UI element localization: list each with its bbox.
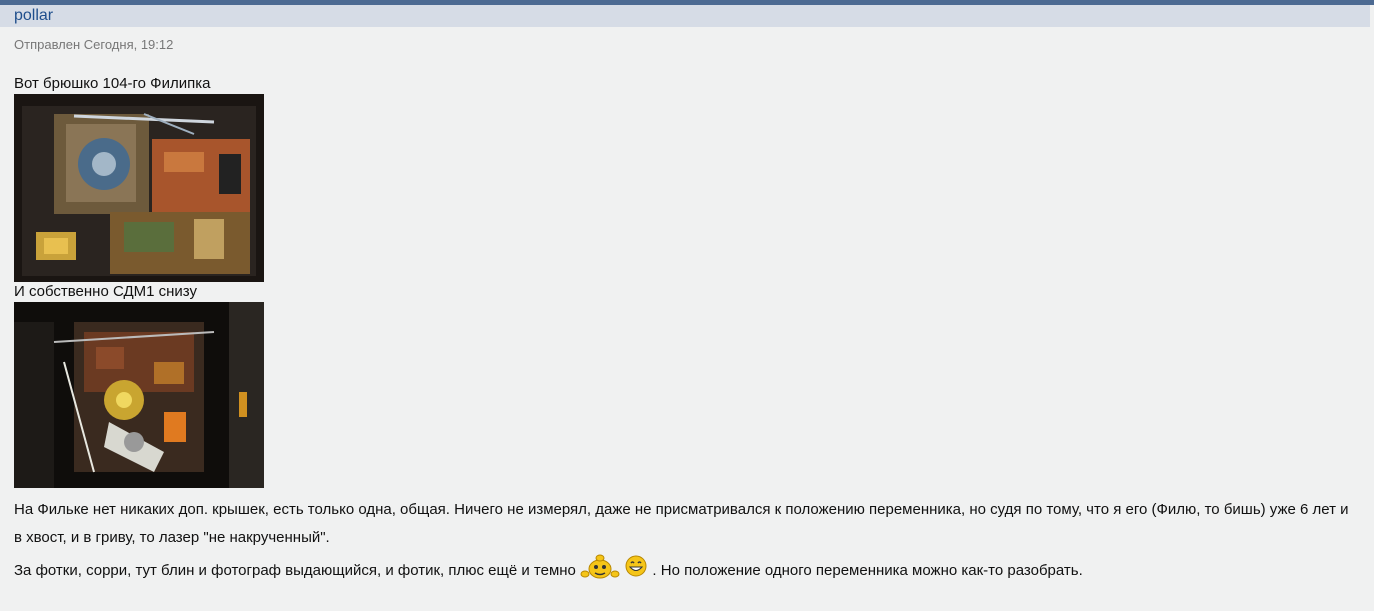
post-header: pollar <box>0 5 1370 27</box>
author-link[interactable]: pollar <box>14 7 53 25</box>
photo-2-image <box>14 302 264 488</box>
smiley-grin-icon <box>624 554 648 588</box>
smiley-scratching-icon <box>580 552 620 590</box>
post-body: Вот брюшко 104-го Филипка И собственно С… <box>0 74 1374 590</box>
photo-1-image <box>14 94 264 282</box>
paragraph-2: За фотки, сорри, тут блин и фотограф выд… <box>14 552 1359 590</box>
caption-2: И собственно СДМ1 снизу <box>14 283 198 300</box>
post-timestamp: Отправлен Сегодня, 19:12 <box>14 37 174 52</box>
photo-1[interactable] <box>14 94 264 282</box>
paragraph-2-end: . Но положение одного переменника можно … <box>652 561 1083 579</box>
caption-1: Вот брюшко 104-го Филипка <box>14 75 211 92</box>
photo-2[interactable] <box>14 302 264 488</box>
paragraph-1: На Фильке нет никаких доп. крышек, есть … <box>14 501 1349 546</box>
paragraph-2-start: За фотки, сорри, тут блин и фотограф выд… <box>14 561 576 579</box>
post-text: На Фильке нет никаких доп. крышек, есть … <box>14 496 1359 590</box>
